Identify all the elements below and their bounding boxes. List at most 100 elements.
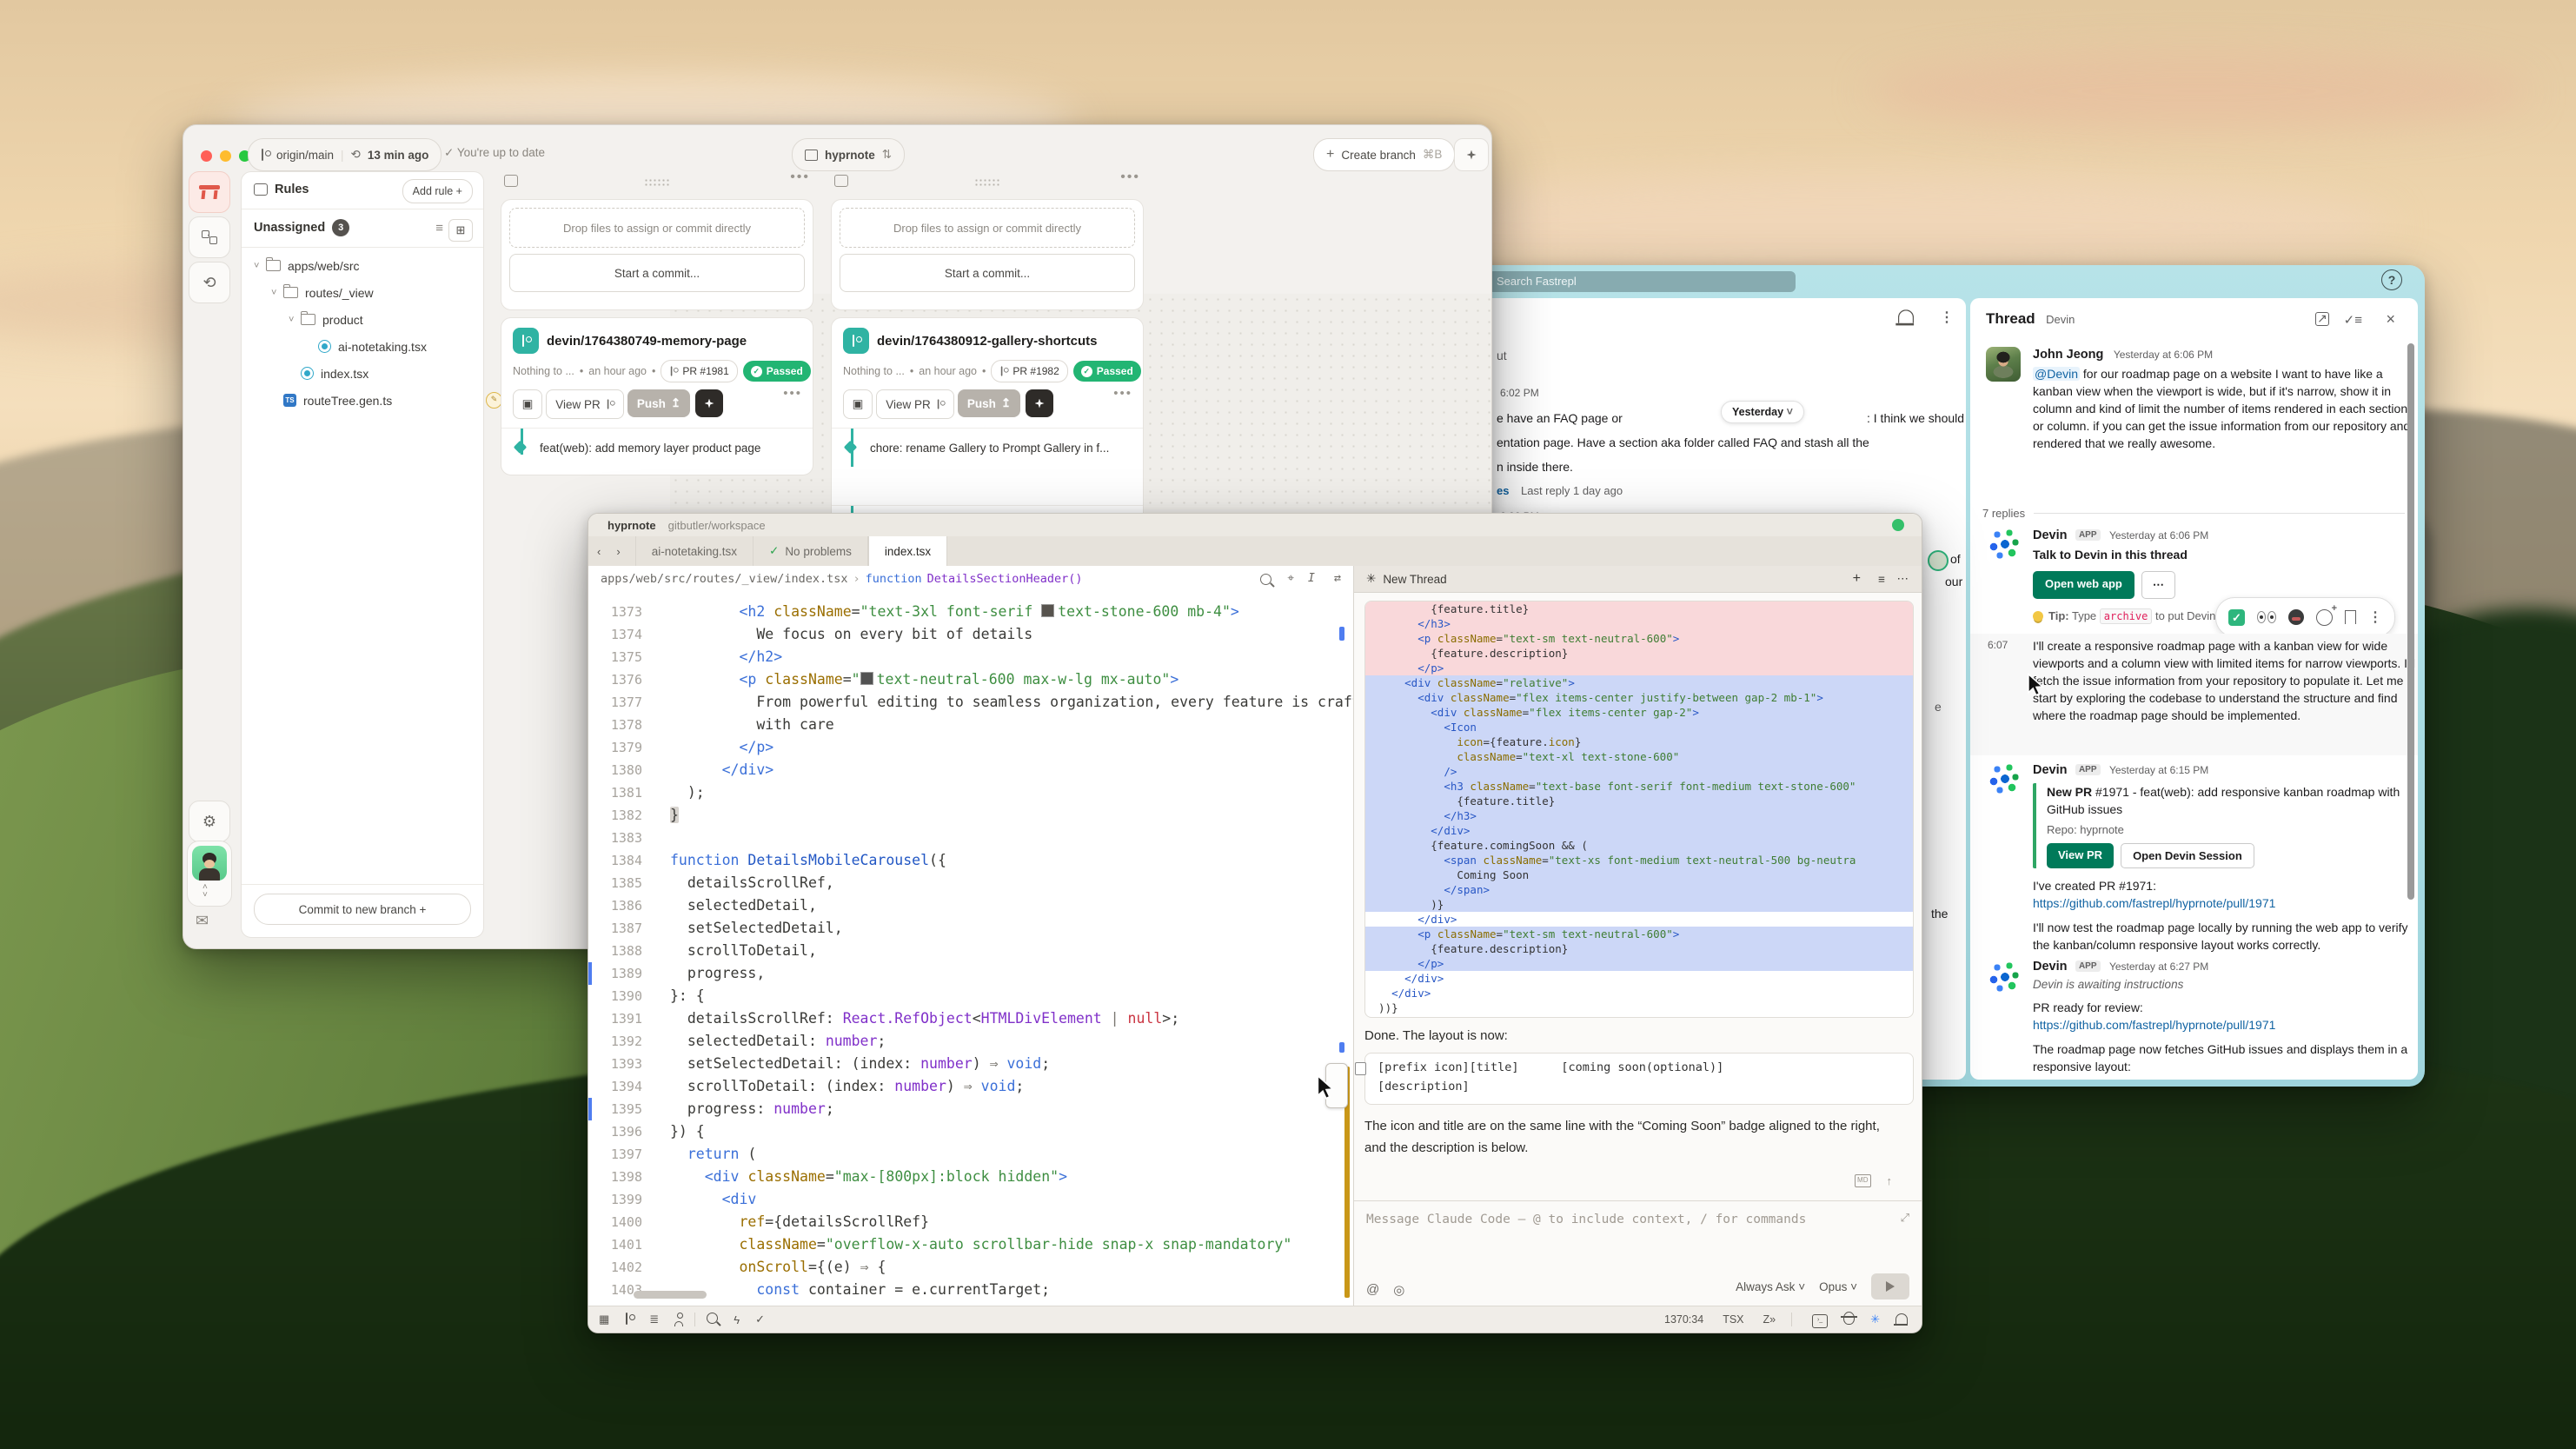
context-target-icon[interactable]: ◎ (1393, 1282, 1404, 1298)
terminal-icon[interactable]: ›_ (1812, 1311, 1828, 1328)
close-icon[interactable]: × (2386, 310, 2395, 329)
feedback-mail-icon[interactable]: ✉ (196, 912, 209, 930)
send-button[interactable] (1871, 1273, 1909, 1299)
ci-status-badge[interactable]: ✓Passed (1073, 361, 1141, 382)
chevron-down-icon[interactable]: ˅ (271, 288, 283, 298)
more-actions-icon[interactable]: ⋮ (2368, 608, 2382, 626)
help-icon[interactable]: ? (2381, 269, 2402, 290)
open-web-app-button[interactable]: Open web app (2033, 571, 2134, 599)
mention[interactable]: @Devin (2033, 367, 2080, 381)
message-time[interactable]: Yesterday at 6:15 PM (2109, 764, 2208, 776)
author-name[interactable]: Devin (2033, 763, 2068, 777)
git-panel-icon[interactable] (625, 1313, 634, 1327)
card-menu-icon[interactable]: ••• (783, 386, 802, 401)
avatar-devin[interactable] (1986, 761, 2021, 795)
author-name[interactable]: Devin (2033, 528, 2068, 542)
tree-item-product[interactable]: ˅product (242, 306, 530, 333)
branches-tab-icon[interactable] (189, 216, 230, 258)
branch-name[interactable]: devin/1764380749-memory-page (547, 334, 747, 349)
thread-list-icon[interactable]: ≡ (1878, 573, 1885, 586)
pointer-tool-icon[interactable]: ⌖ (1287, 571, 1294, 585)
thread-scrollbar[interactable] (2407, 343, 2414, 900)
drop-files-zone[interactable]: Drop files to assign or commit directly (840, 208, 1135, 248)
view-pr-button[interactable]: View PR (546, 389, 624, 419)
base-branch-button[interactable]: origin/main | ⟲ 13 min ago (248, 138, 442, 171)
message-time[interactable]: Yesterday at 6:06 PM (2114, 349, 2213, 361)
ci-status-badge[interactable]: ✓Passed (743, 361, 811, 382)
nav-back-icon[interactable]: ‹ (597, 545, 601, 558)
thread-replies-link[interactable]: es (1497, 484, 1509, 497)
create-branch-button[interactable]: + Create branch ⌘B (1313, 138, 1455, 171)
assistant-input[interactable]: Message Claude Code — @ to include conte… (1366, 1213, 1806, 1226)
minimize-window-button[interactable] (220, 150, 231, 162)
author-name[interactable]: Devin (2033, 960, 2068, 974)
collab-panel-icon[interactable] (674, 1313, 683, 1326)
assistant-menu-icon[interactable]: ⋯ (1897, 572, 1910, 586)
drag-handle[interactable] (974, 178, 1000, 186)
swap-icon[interactable]: ⇄ (1334, 571, 1341, 585)
push-button[interactable]: Push ↥ (958, 389, 1020, 417)
open-devin-session-button[interactable]: Open Devin Session (2121, 843, 2254, 868)
commit-row[interactable]: chore: rename Gallery to Prompt Gallery … (832, 428, 1143, 467)
tree-item-index.tsx[interactable]: index.tsx✎ (242, 360, 530, 387)
date-divider-pill[interactable]: Yesterday ˅ (1721, 401, 1804, 423)
ai-commit-icon[interactable] (1026, 389, 1053, 417)
account-switcher-chevrons[interactable]: ˄˅ (202, 883, 208, 899)
drag-handle[interactable] (644, 178, 670, 186)
project-switcher[interactable]: hyprnote ⇅ (792, 138, 905, 171)
start-commit-button[interactable]: Start a commit... (840, 254, 1135, 292)
workspace-tab-icon[interactable] (189, 171, 230, 213)
commit-actions-icon[interactable]: ▣ (843, 389, 873, 419)
text-tool-icon[interactable]: I (1308, 571, 1315, 585)
history-tab-icon[interactable]: ⟲ (189, 262, 230, 303)
tab-index-tsx[interactable]: index.tsx (868, 536, 947, 566)
nav-forward-icon[interactable]: › (616, 545, 620, 558)
drop-files-zone[interactable]: Drop files to assign or commit directly (509, 208, 805, 248)
tree-item-apps-web-src[interactable]: ˅apps/web/src (242, 252, 495, 279)
collab-indicator[interactable] (1892, 519, 1904, 531)
tree-item-routes-_view[interactable]: ˅routes/_view (242, 279, 513, 306)
bell-icon[interactable] (1900, 310, 1912, 326)
ai-commit-icon[interactable] (695, 389, 723, 417)
notifications-bell-icon[interactable] (1895, 1313, 1908, 1326)
pr-pill[interactable]: PR #1981 (661, 360, 737, 382)
settings-gear-icon[interactable]: ⚙ (189, 801, 230, 842)
check-emoji-reaction[interactable]: ✓ (2228, 609, 2245, 626)
tree-item-routeTree.gen.ts[interactable]: TSrouteTree.gen.ts✎ (242, 387, 513, 414)
commit-row[interactable]: feat(web): add memory layer product page (501, 428, 813, 467)
copilot-sparkle-icon[interactable]: ✳ (1870, 1313, 1880, 1326)
lane-menu-icon[interactable]: ••• (1120, 169, 1140, 185)
project-name[interactable]: hyprnote (607, 519, 656, 532)
checklist-icon[interactable]: ✓≡ (2344, 312, 2362, 328)
card-menu-icon[interactable]: ••• (1113, 386, 1132, 401)
code-editor[interactable]: 1373 <h2 className="text-3xl font-serif … (588, 592, 1353, 1306)
author-name[interactable]: John Jeong (2033, 348, 2103, 362)
message-time[interactable]: 6:07 (1988, 639, 2008, 651)
runnables-icon[interactable]: ϟ (734, 1313, 740, 1326)
commit-actions-icon[interactable]: ▣ (513, 389, 542, 419)
mention-icon[interactable]: @ (1366, 1282, 1379, 1298)
chevron-down-icon[interactable]: ˅ (254, 261, 266, 271)
push-button[interactable]: Push ↥ (627, 389, 690, 417)
copy-icon[interactable] (1355, 1062, 1366, 1075)
message-time[interactable]: Yesterday at 6:06 PM (2109, 529, 2208, 542)
slack-search-input[interactable]: Search Fastrepl (1488, 271, 1796, 292)
bookmark-icon[interactable] (2345, 610, 2356, 624)
diagnostics-check-icon[interactable]: ✓ (755, 1313, 765, 1326)
horizontal-scrollbar-thumb[interactable] (634, 1291, 707, 1299)
start-commit-button[interactable]: Start a commit... (509, 254, 805, 292)
message-time[interactable]: Yesterday at 6:27 PM (2109, 960, 2208, 973)
add-reaction-icon[interactable] (2316, 609, 2333, 626)
open-in-window-icon[interactable]: ↗ (2315, 312, 2329, 326)
avatar-devin[interactable] (1986, 526, 2021, 561)
cursor-position[interactable]: 1370:34 (1664, 1313, 1703, 1326)
model-dropdown[interactable]: Opus ˅ (1819, 1280, 1857, 1293)
project-panel-icon[interactable]: ▦ (599, 1313, 609, 1326)
pr-link[interactable]: https://github.com/fastrepl/hyprnote/pul… (2033, 1016, 2417, 1034)
outline-panel-icon[interactable]: ≣ (649, 1313, 659, 1326)
commit-to-new-branch-button[interactable]: Commit to new branch + (254, 894, 471, 925)
ai-actions-button[interactable] (1454, 138, 1489, 171)
pr-link[interactable]: https://github.com/fastrepl/hyprnote/pul… (2033, 894, 2417, 912)
view-pr-button[interactable]: View PR (2047, 843, 2114, 868)
pr-pill[interactable]: PR #1982 (991, 360, 1067, 382)
